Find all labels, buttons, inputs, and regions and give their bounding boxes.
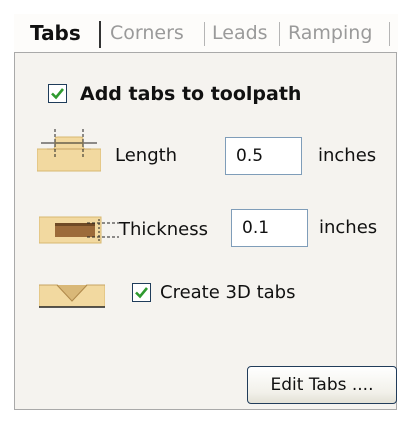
add-tabs-label: Add tabs to toolpath [80, 83, 302, 105]
length-input[interactable] [225, 137, 302, 175]
tab-separator [279, 22, 280, 46]
tabs-panel: Add tabs to toolpath Length inches Thick… [14, 52, 397, 410]
thickness-input[interactable] [231, 209, 308, 247]
tab-separator [389, 22, 390, 46]
tab-corners[interactable]: Corners [110, 14, 184, 52]
checkmark-icon [135, 287, 149, 299]
tab-strip: Tabs Corners Leads Ramping [14, 14, 398, 54]
tab-length-icon [37, 129, 101, 172]
length-label: Length [115, 145, 178, 166]
length-unit-label: inches [318, 145, 377, 166]
create-3d-tabs-label: Create 3D tabs [160, 282, 296, 303]
tab-thickness-icon [39, 216, 119, 244]
thickness-unit-label: inches [319, 217, 378, 238]
thickness-label: Thickness [119, 219, 208, 240]
create-3d-tabs-checkbox[interactable] [132, 283, 151, 302]
3d-tab-icon [39, 284, 105, 308]
tab-tabs[interactable]: Tabs [30, 14, 81, 52]
checkmark-icon [51, 88, 65, 100]
tab-ramping[interactable]: Ramping [288, 14, 372, 52]
add-tabs-checkbox[interactable] [48, 84, 67, 103]
tab-leads[interactable]: Leads [212, 14, 268, 52]
edit-tabs-button[interactable]: Edit Tabs .... [247, 366, 397, 404]
tab-separator [99, 21, 101, 48]
tabs-settings-panel: Tabs Corners Leads Ramping Add tabs to t… [0, 0, 414, 424]
tab-separator [204, 22, 205, 46]
